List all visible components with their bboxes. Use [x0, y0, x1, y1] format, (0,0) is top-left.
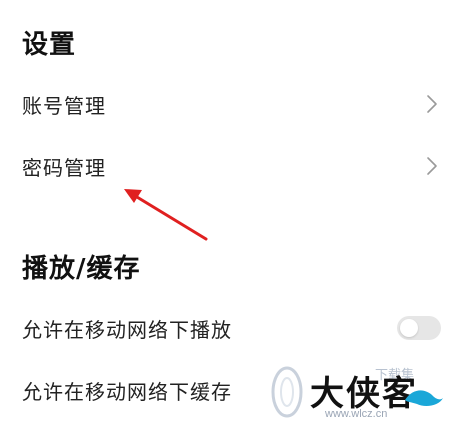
wave-icon	[405, 390, 443, 406]
settings-page: { "settings": { "title": "设置", "items": …	[0, 0, 461, 436]
password-management-row[interactable]: 密码管理	[0, 140, 461, 192]
chevron-right-icon	[427, 157, 437, 175]
playback-cache-section-title: 播放/缓存	[22, 254, 141, 284]
account-management-label: 账号管理	[22, 93, 106, 118]
mobile-network-cache-label: 允许在移动网络下缓存	[22, 379, 232, 404]
red-arrow-annotation-icon	[124, 189, 208, 241]
mobile-network-play-label: 允许在移动网络下播放	[22, 317, 232, 342]
password-management-label: 密码管理	[22, 155, 106, 180]
daxiake-logo-icon	[271, 366, 303, 418]
daxiake-watermark: 下载集 大侠客 www.wlcz.cn	[265, 360, 455, 426]
watermark-url: www.wlcz.cn	[325, 408, 388, 420]
toggle-knob	[400, 319, 418, 337]
settings-section-title: 设置	[22, 30, 77, 60]
chevron-right-icon	[427, 95, 437, 113]
account-management-row[interactable]: 账号管理	[0, 78, 461, 130]
mobile-network-play-row: 允许在移动网络下播放	[0, 302, 461, 354]
mobile-network-play-toggle[interactable]	[397, 316, 441, 340]
